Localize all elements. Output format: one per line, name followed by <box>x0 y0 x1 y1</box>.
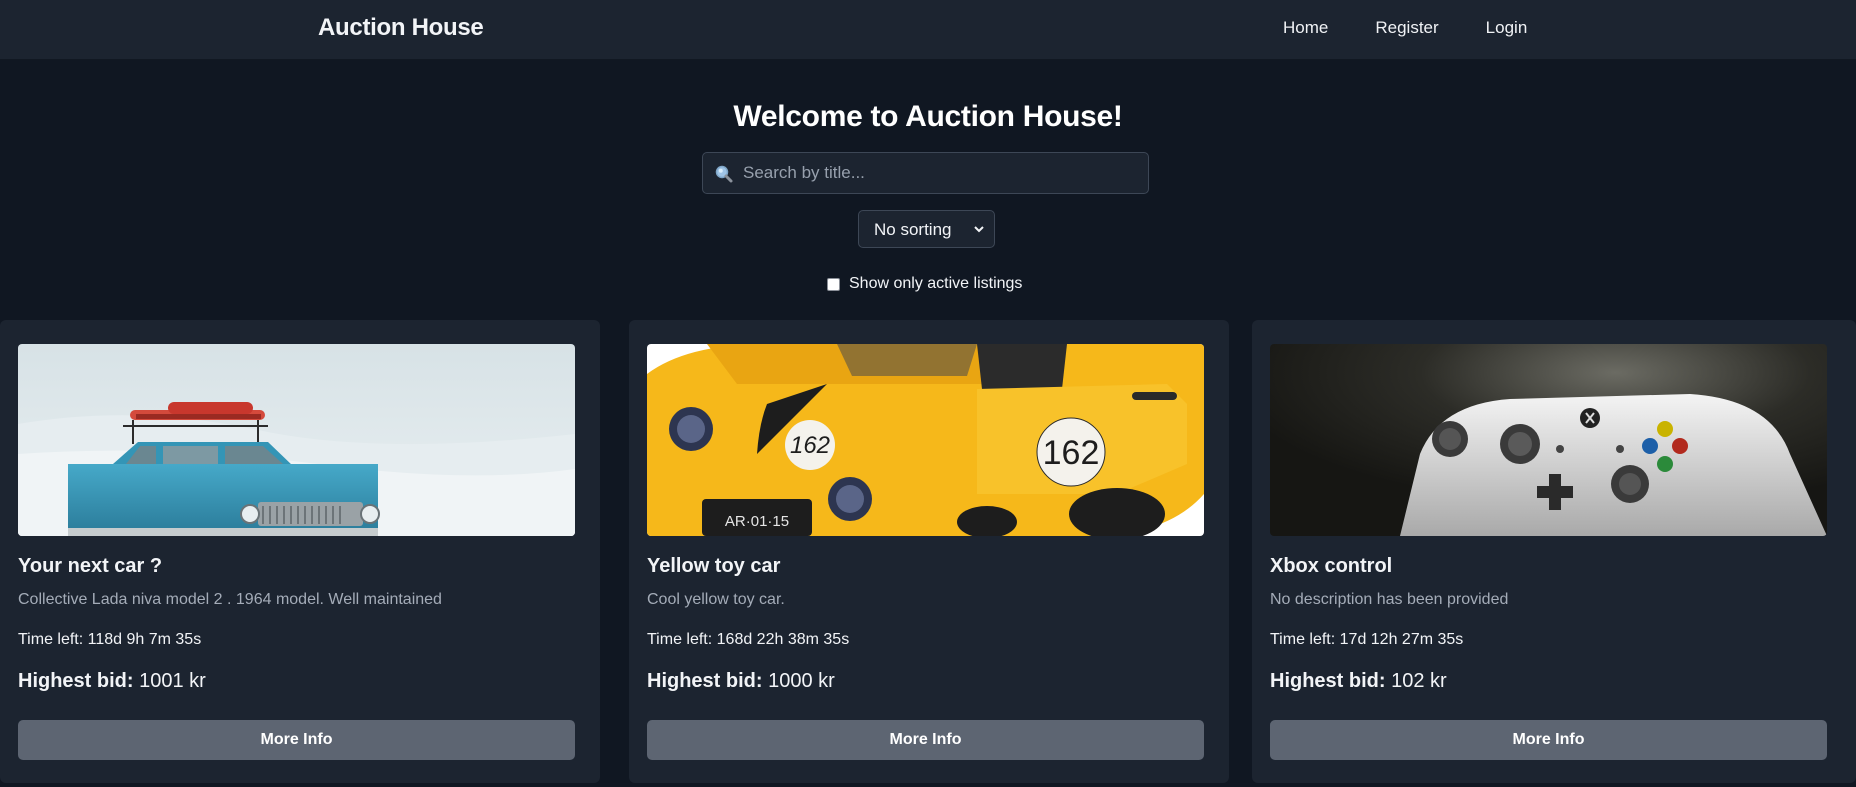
listing-image: 162 162 AR·01·15 <box>647 344 1204 536</box>
page-title: Welcome to Auction House! <box>733 100 1123 133</box>
listing-description: Cool yellow toy car. <box>647 591 785 608</box>
listing-card: Your next car ? Collective Lada niva mod… <box>0 320 600 783</box>
navbar: Auction House Home Register Login <box>0 0 1856 60</box>
listing-title: Yellow toy car <box>647 555 781 577</box>
highest-bid-value: 102 kr <box>1391 670 1447 692</box>
brand-logo-text[interactable]: Auction House <box>318 14 484 42</box>
listing-description: No description has been provided <box>1270 591 1509 608</box>
listing-image <box>18 344 575 536</box>
highest-bid-label: Highest bid: <box>647 670 763 692</box>
search-box[interactable] <box>702 152 1149 194</box>
nav-link-login[interactable]: Login <box>1486 18 1528 38</box>
listing-highest-bid: Highest bid: 1001 kr <box>18 670 206 693</box>
more-info-button[interactable]: More Info <box>647 720 1204 760</box>
nav-link-register[interactable]: Register <box>1375 18 1438 38</box>
toy-car-plate: AR·01·15 <box>725 513 789 530</box>
more-info-button[interactable]: More Info <box>18 720 575 760</box>
listing-time-left: Time left: 118d 9h 7m 35s <box>18 631 202 648</box>
chevron-down-icon <box>974 226 984 233</box>
active-listings-checkbox[interactable] <box>827 277 840 291</box>
sort-select[interactable]: No sorting <box>858 210 995 248</box>
listing-title: Xbox control <box>1270 555 1393 577</box>
listing-time-left: Time left: 17d 12h 27m 35s <box>1270 631 1464 648</box>
toy-car-number-large: 162 <box>1043 434 1100 472</box>
listing-image <box>1270 344 1827 536</box>
listing-title: Your next car ? <box>18 555 163 577</box>
nav-links: Home Register Login <box>1283 18 1527 38</box>
listing-card: Xbox control No description has been pro… <box>1252 320 1856 783</box>
active-listings-filter: Show only active listings <box>827 275 1022 293</box>
listing-time-left: Time left: 168d 22h 38m 35s <box>647 631 850 648</box>
highest-bid-label: Highest bid: <box>1270 670 1386 692</box>
listing-description: Collective Lada niva model 2 . 1964 mode… <box>18 591 442 608</box>
search-input[interactable] <box>743 153 1143 193</box>
sort-selected-value: No sorting <box>874 220 952 239</box>
highest-bid-label: Highest bid: <box>18 670 134 692</box>
nav-link-home[interactable]: Home <box>1283 18 1328 38</box>
highest-bid-value: 1000 kr <box>768 670 835 692</box>
highest-bid-value: 1001 kr <box>139 670 206 692</box>
listing-highest-bid: Highest bid: 102 kr <box>1270 670 1447 693</box>
listing-card: 162 162 AR·01·15 Yellow toy car Cool yel… <box>629 320 1229 783</box>
listing-highest-bid: Highest bid: 1000 kr <box>647 670 835 693</box>
search-icon <box>715 165 733 183</box>
active-listings-label[interactable]: Show only active listings <box>849 275 1022 293</box>
more-info-button[interactable]: More Info <box>1270 720 1827 760</box>
toy-car-number-small: 162 <box>790 432 830 459</box>
